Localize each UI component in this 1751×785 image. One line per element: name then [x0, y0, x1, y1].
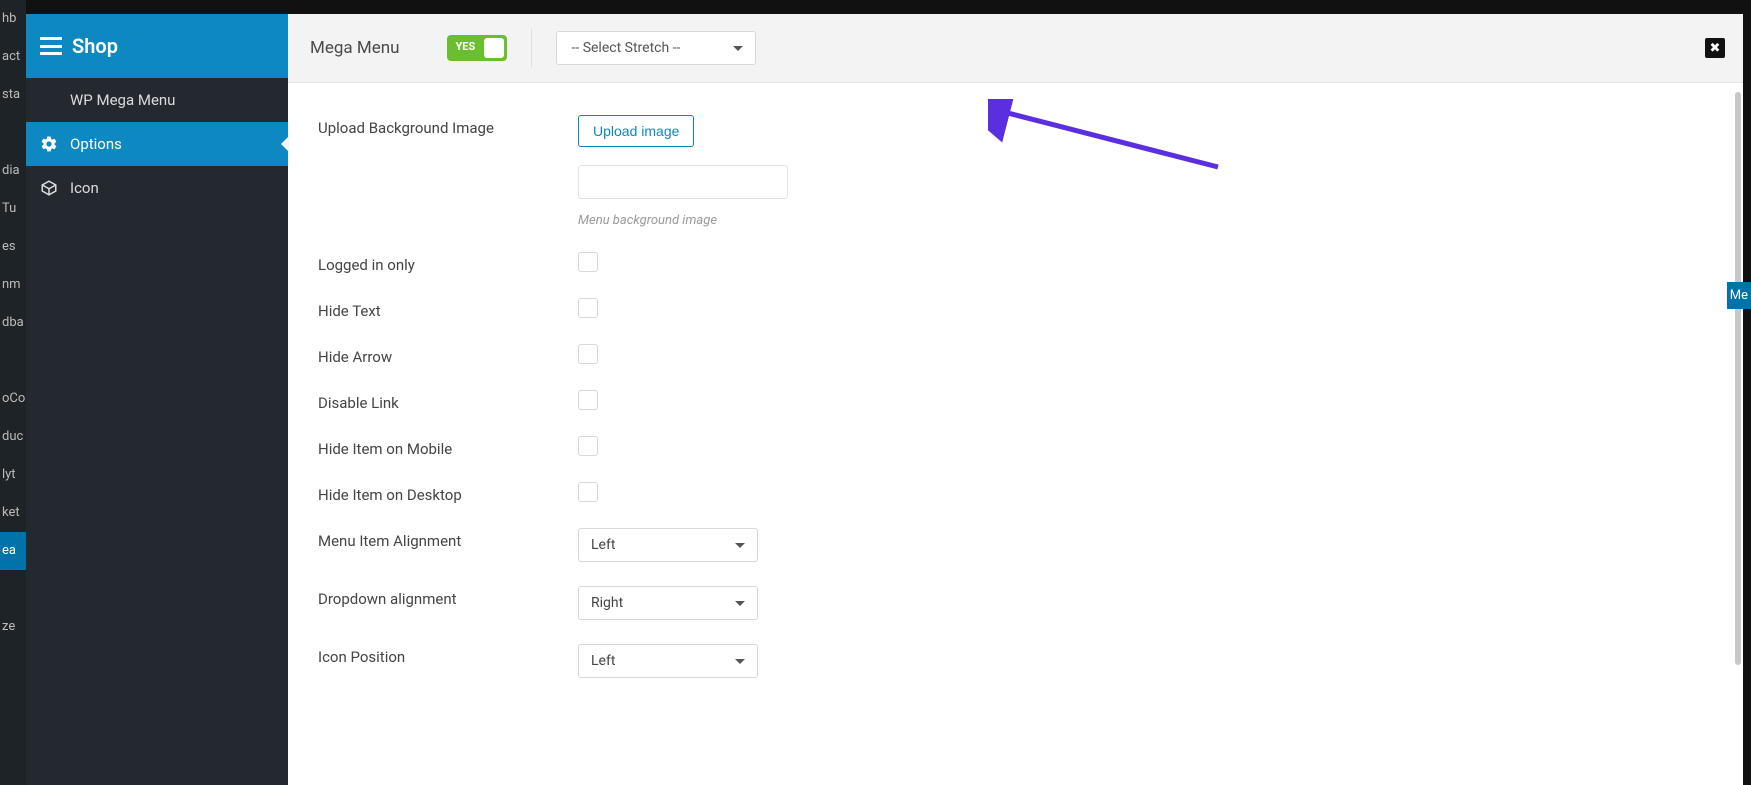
label-hide-item-mobile: Hide Item on Mobile	[318, 436, 578, 458]
wp-admin-right-fragment: Me	[1727, 282, 1751, 309]
row-logged-in-only: Logged in only	[318, 252, 1713, 274]
label-menu-alignment: Menu Item Alignment	[318, 528, 578, 550]
checkbox-hide-arrow[interactable]	[578, 344, 598, 364]
wp-admin-item: ze	[0, 608, 26, 646]
wp-admin-item: nm	[0, 266, 26, 304]
upload-hint: Menu background image	[578, 213, 1713, 228]
wp-admin-item: dia	[0, 152, 26, 190]
row-dropdown-alignment: Dropdown alignment Right	[318, 586, 1713, 620]
sidebar-item-label: WP Mega Menu	[70, 91, 175, 109]
scrollbar[interactable]	[1735, 92, 1741, 665]
label-logged-in-only: Logged in only	[318, 252, 578, 274]
select-icon-position[interactable]: Left	[578, 644, 758, 678]
toggle-knob	[484, 38, 504, 58]
label-hide-item-desktop: Hide Item on Desktop	[318, 482, 578, 504]
sidebar-item-label: Icon	[70, 179, 99, 197]
label-icon-position: Icon Position	[318, 644, 578, 666]
checkbox-disable-link[interactable]	[578, 390, 598, 410]
checkbox-logged-in-only[interactable]	[578, 252, 598, 272]
select-dropdown-alignment[interactable]: Right	[578, 586, 758, 620]
wp-admin-peek: hb act sta dia Tu es nm dba oCo duc lyt …	[0, 0, 26, 785]
sidebar-item-label: Options	[70, 135, 122, 153]
box-icon	[40, 179, 58, 197]
grid-icon	[40, 91, 58, 109]
row-hide-text: Hide Text	[318, 298, 1713, 320]
gear-icon	[40, 135, 58, 153]
wp-admin-item: lyt	[0, 456, 26, 494]
panel-title: Mega Menu	[310, 38, 423, 58]
select-value: Left	[591, 653, 615, 669]
upload-image-button[interactable]: Upload image	[578, 115, 694, 147]
wp-admin-item: duc	[0, 418, 26, 456]
hamburger-icon	[40, 37, 62, 55]
label-hide-text: Hide Text	[318, 298, 578, 320]
wp-admin-item: es	[0, 228, 26, 266]
mega-menu-toggle[interactable]: YES	[447, 35, 507, 61]
checkbox-hide-item-desktop[interactable]	[578, 482, 598, 502]
sidebar-item-wp-mega-menu[interactable]: WP Mega Menu	[26, 78, 288, 122]
row-hide-item-mobile: Hide Item on Mobile	[318, 436, 1713, 458]
options-body: Upload Background Image Upload image Men…	[288, 83, 1743, 785]
wp-admin-item: sta	[0, 76, 26, 114]
select-menu-alignment[interactable]: Left	[578, 528, 758, 562]
label-disable-link: Disable Link	[318, 390, 578, 412]
sidebar: Shop WP Mega Menu Options Icon	[26, 14, 288, 785]
select-value: Left	[591, 537, 615, 553]
brand: Shop	[26, 14, 288, 78]
topbar: Mega Menu YES -- Select Stretch -- ✖	[288, 14, 1743, 83]
wp-admin-item-active[interactable]: ea	[0, 532, 26, 570]
wp-admin-item	[0, 570, 26, 608]
row-icon-position: Icon Position Left	[318, 644, 1713, 678]
wp-admin-item: dba	[0, 304, 26, 342]
label-hide-arrow: Hide Arrow	[318, 344, 578, 366]
row-hide-arrow: Hide Arrow	[318, 344, 1713, 366]
content: Mega Menu YES -- Select Stretch -- ✖	[288, 14, 1743, 785]
checkbox-hide-item-mobile[interactable]	[578, 436, 598, 456]
brand-label: Shop	[72, 34, 118, 58]
checkbox-hide-text[interactable]	[578, 298, 598, 318]
row-upload-bg: Upload Background Image Upload image Men…	[318, 115, 1713, 228]
toggle-state-label: YES	[455, 40, 475, 53]
wp-admin-item	[0, 114, 26, 152]
wp-admin-item: ket	[0, 494, 26, 532]
row-disable-link: Disable Link	[318, 390, 1713, 412]
background-preview	[578, 165, 788, 199]
label-upload-bg: Upload Background Image	[318, 115, 578, 137]
close-icon: ✖	[1710, 41, 1721, 56]
wp-admin-item: hb	[0, 0, 26, 38]
select-value: Right	[591, 595, 623, 611]
divider	[531, 28, 532, 68]
wp-admin-item: act	[0, 38, 26, 76]
stretch-select[interactable]: -- Select Stretch --	[556, 31, 756, 65]
wp-admin-item: oCo	[0, 380, 26, 418]
wp-admin-item	[0, 342, 26, 380]
close-button[interactable]: ✖	[1705, 38, 1725, 58]
label-dropdown-alignment: Dropdown alignment	[318, 586, 578, 608]
wp-admin-item: Tu	[0, 190, 26, 228]
row-menu-alignment: Menu Item Alignment Left	[318, 528, 1713, 562]
mega-menu-panel: Shop WP Mega Menu Options Icon Mega Menu…	[26, 14, 1743, 785]
sidebar-item-options[interactable]: Options	[26, 122, 288, 166]
row-hide-item-desktop: Hide Item on Desktop	[318, 482, 1713, 504]
sidebar-item-icon[interactable]: Icon	[26, 166, 288, 210]
stretch-select-value: -- Select Stretch --	[571, 40, 680, 56]
